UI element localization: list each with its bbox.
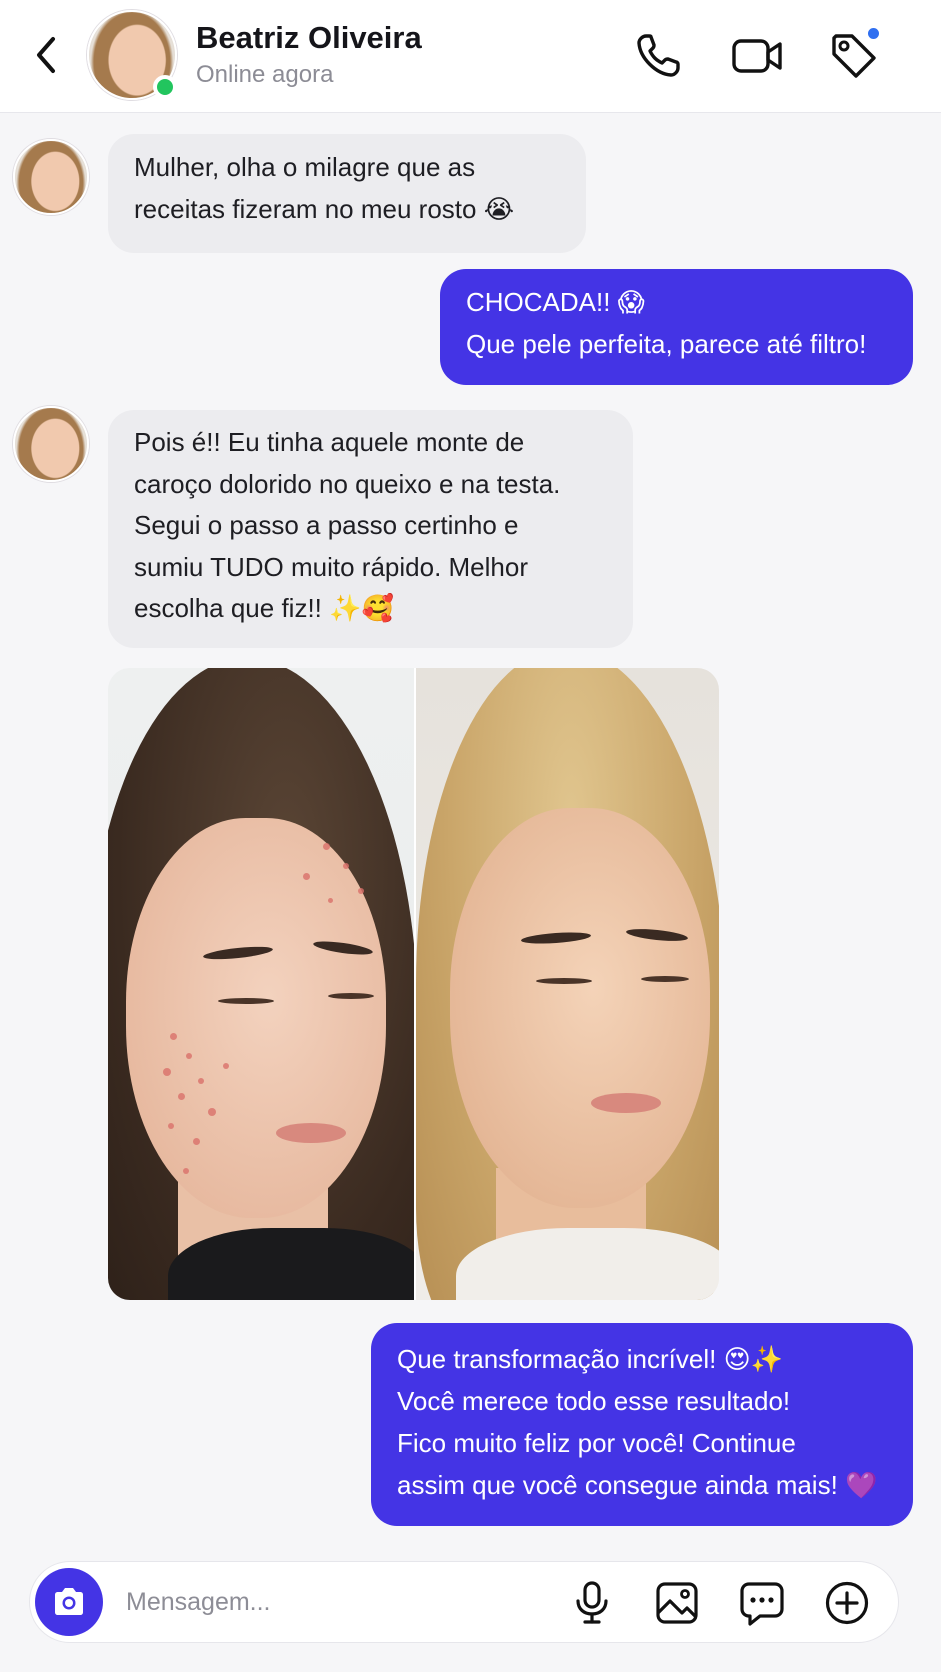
message-text: Fico muito feliz por você! Continue xyxy=(397,1428,796,1458)
contact-name[interactable]: Beatriz Oliveira xyxy=(196,20,422,56)
add-attachment-button[interactable] xyxy=(823,1579,871,1627)
chat-header: Beatriz Oliveira Online agora xyxy=(0,0,941,113)
message-text: Segui o passo a passo certinho e xyxy=(134,510,519,540)
camera-button[interactable] xyxy=(35,1568,103,1636)
photo-before xyxy=(108,668,414,1300)
sender-avatar[interactable] xyxy=(13,139,89,215)
back-icon xyxy=(37,37,55,73)
call-button[interactable] xyxy=(630,28,686,84)
video-call-button[interactable] xyxy=(730,28,786,84)
contact-status: Online agora xyxy=(196,61,334,88)
camera-icon xyxy=(55,1588,83,1615)
message-text: caroço dolorido no queixo e na testa. xyxy=(134,468,561,499)
message-text: receitas fizeram no meu rosto 😭 xyxy=(134,194,515,224)
video-camera-icon xyxy=(732,39,782,73)
online-indicator xyxy=(153,75,177,99)
message-text: Pois é!! Eu tinha aquele monte de xyxy=(134,427,525,457)
message-text: Que transformação incrível! 😍✨ xyxy=(397,1344,784,1374)
image-gallery-icon xyxy=(656,1582,698,1624)
message-text: Que pele perfeita, parece até filtro! xyxy=(466,329,867,359)
voice-message-button[interactable] xyxy=(568,1579,616,1627)
message-bubble-incoming[interactable]: Pois é!! Eu tinha aquele monte de caroço… xyxy=(108,410,633,648)
message-text: sumiu TUDO muito rápido. Melhor xyxy=(134,551,528,582)
message-text: escolha que fiz!! ✨🥰 xyxy=(134,593,394,623)
message-bubble-outgoing[interactable]: Que transformação incrível! 😍✨ Você mere… xyxy=(371,1323,913,1526)
message-text: Mulher, olha o milagre que as xyxy=(134,152,476,182)
message-text: CHOCADA!! 😱 xyxy=(466,287,645,317)
before-after-photo[interactable] xyxy=(108,668,719,1300)
message-composer xyxy=(29,1561,899,1643)
photo-after xyxy=(413,668,719,1300)
gallery-button[interactable] xyxy=(653,1579,701,1627)
microphone-icon xyxy=(576,1581,608,1624)
phone-icon xyxy=(637,34,680,77)
notification-dot xyxy=(866,26,881,41)
quick-reply-button[interactable] xyxy=(738,1579,786,1627)
message-bubble-outgoing[interactable]: CHOCADA!! 😱 Que pele perfeita, parece at… xyxy=(440,269,913,385)
message-text: Você merece todo esse resultado! xyxy=(397,1386,791,1416)
chat-bubble-icon xyxy=(740,1582,784,1626)
message-text: assim que você consegue ainda mais! 💜 xyxy=(397,1470,878,1500)
back-button[interactable] xyxy=(26,30,66,80)
add-circle-icon xyxy=(825,1581,869,1625)
message-bubble-incoming[interactable]: Mulher, olha o milagre que as receitas f… xyxy=(108,134,586,253)
message-input[interactable] xyxy=(126,1578,546,1626)
sender-avatar[interactable] xyxy=(13,406,89,482)
